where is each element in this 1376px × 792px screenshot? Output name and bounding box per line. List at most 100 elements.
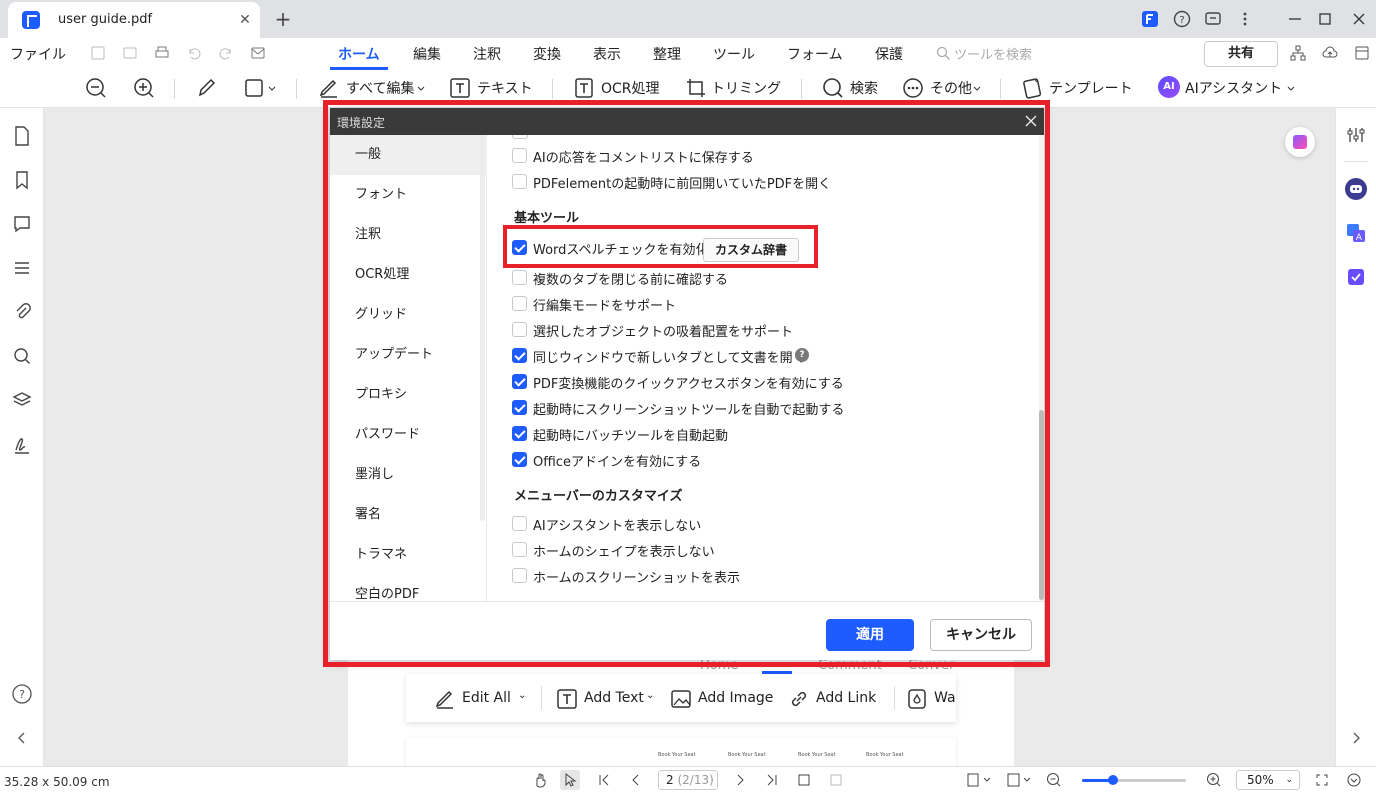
prev-page-icon[interactable] xyxy=(628,772,644,788)
app-logo-icon[interactable] xyxy=(1140,9,1160,29)
thumb-label: Book Your Seat xyxy=(798,752,836,758)
maximize-icon[interactable] xyxy=(1315,9,1335,29)
minimize-icon[interactable] xyxy=(1285,9,1305,29)
toolbar-divider xyxy=(552,79,553,99)
ocr-icon[interactable] xyxy=(573,77,595,99)
properties-icon[interactable] xyxy=(1346,125,1366,145)
redo-icon[interactable] xyxy=(218,45,234,61)
search-icon xyxy=(936,46,951,61)
help-icon[interactable]: ? xyxy=(1172,9,1192,29)
document-tab[interactable]: user guide.pdf ✕ xyxy=(8,2,260,38)
view-mode-icon[interactable] xyxy=(966,772,992,788)
hand-tool-icon[interactable] xyxy=(532,772,548,788)
next-page-icon[interactable] xyxy=(732,772,748,788)
zoom-out-icon[interactable] xyxy=(85,77,107,99)
zoom-in-icon[interactable] xyxy=(1206,772,1222,788)
feedback-icon[interactable] xyxy=(1203,9,1223,29)
preview-add-text: Add Text xyxy=(584,690,644,706)
search-button[interactable]: 検索 xyxy=(850,78,878,98)
ocr-button[interactable]: OCR処理 xyxy=(601,78,660,98)
chevron-down-icon[interactable] xyxy=(972,84,982,94)
tab-view[interactable]: 表示 xyxy=(593,44,621,64)
preview-toolbar: Edit All ⌄ Add Text ⌄ Add Image Add Link… xyxy=(406,674,956,722)
cloud-upload-icon[interactable] xyxy=(1322,45,1338,61)
crop-icon[interactable] xyxy=(685,77,707,99)
expand-right-icon[interactable] xyxy=(1345,727,1367,749)
fullscreen-icon[interactable] xyxy=(1314,772,1330,788)
tab-protect[interactable]: 保護 xyxy=(875,44,903,64)
highlighter-icon[interactable] xyxy=(196,77,218,99)
toolbar-divider xyxy=(296,79,297,99)
zoom-select[interactable]: 50% ⌄ xyxy=(1236,770,1300,790)
tab-convert[interactable]: 変換 xyxy=(533,44,561,64)
shape-dropdown-icon[interactable] xyxy=(244,77,278,99)
tab-edit[interactable]: 編集 xyxy=(413,44,441,64)
template-icon[interactable] xyxy=(1021,77,1043,99)
first-page-icon[interactable] xyxy=(596,772,612,788)
layout-mode-icon[interactable] xyxy=(1006,772,1032,788)
network-icon[interactable] xyxy=(1290,45,1306,61)
save-as-icon[interactable] xyxy=(122,45,138,61)
search-icon[interactable] xyxy=(11,345,33,367)
help-icon[interactable]: ? xyxy=(11,683,33,705)
save-icon[interactable] xyxy=(90,45,106,61)
more-horizontal-icon[interactable] xyxy=(902,77,924,99)
bookmark-icon[interactable] xyxy=(11,169,33,191)
more-vertical-icon[interactable] xyxy=(1235,9,1255,29)
collapse-status-icon[interactable] xyxy=(1346,772,1362,788)
preview-watermark-icon xyxy=(906,688,928,710)
layers-icon[interactable] xyxy=(11,389,33,411)
tab-tools[interactable]: ツール xyxy=(713,44,755,64)
template-button[interactable]: テンプレート xyxy=(1049,78,1133,98)
mail-icon[interactable] xyxy=(250,45,266,61)
last-page-icon[interactable] xyxy=(764,772,780,788)
search-icon[interactable] xyxy=(822,77,844,99)
select-tool-icon[interactable] xyxy=(560,770,580,790)
zoom-slider-track[interactable] xyxy=(1082,775,1186,785)
file-menu[interactable]: ファイル xyxy=(10,44,66,64)
task-check-icon[interactable] xyxy=(1345,266,1367,288)
share-button[interactable]: 共有 xyxy=(1204,41,1278,67)
fit-page-icon[interactable] xyxy=(828,772,844,788)
edit-pen-icon[interactable] xyxy=(318,77,340,99)
collapse-left-icon[interactable] xyxy=(11,727,33,749)
translate-icon[interactable]: A xyxy=(1345,222,1367,244)
crop-button[interactable]: トリミング xyxy=(711,78,781,98)
close-window-icon[interactable] xyxy=(1349,9,1369,29)
close-tab-icon[interactable]: ✕ xyxy=(236,11,254,29)
tab-home[interactable]: ホーム xyxy=(338,44,380,64)
zoom-in-icon[interactable] xyxy=(133,77,155,99)
ai-robot-icon[interactable] xyxy=(1345,178,1367,200)
more-button[interactable]: その他 xyxy=(930,78,972,98)
tab-comment[interactable]: 注釈 xyxy=(473,44,501,64)
chevron-down-icon[interactable] xyxy=(1286,84,1296,94)
zoom-slider-thumb[interactable] xyxy=(1108,775,1119,785)
add-text-button[interactable]: テキスト xyxy=(477,78,533,98)
toolbar-divider xyxy=(174,79,175,99)
attachment-icon[interactable] xyxy=(11,301,33,323)
ai-badge-icon[interactable]: AI xyxy=(1158,76,1180,98)
print-icon[interactable] xyxy=(154,45,170,61)
signature-icon[interactable] xyxy=(11,433,33,455)
comment-icon[interactable] xyxy=(11,213,33,235)
list-icon[interactable] xyxy=(11,257,33,279)
thumb-label: Book Your Seat xyxy=(866,752,904,758)
text-box-icon[interactable] xyxy=(449,77,471,99)
edit-all-button[interactable]: すべて編集 xyxy=(346,78,414,98)
page-thumbnail-icon[interactable] xyxy=(11,125,33,147)
undo-icon[interactable] xyxy=(186,45,202,61)
tool-search-input[interactable]: ツールを検索 xyxy=(954,44,1032,63)
page-number-input[interactable]: 2 (2/13) xyxy=(658,770,718,790)
tab-organize[interactable]: 整理 xyxy=(653,44,681,64)
chevron-down-icon[interactable] xyxy=(416,84,426,94)
panel-icon[interactable] xyxy=(1354,45,1370,61)
toolbar-divider xyxy=(1000,79,1001,99)
zoom-out-icon[interactable] xyxy=(1046,772,1062,788)
rotate-page-icon[interactable] xyxy=(796,772,812,788)
tab-form[interactable]: フォーム xyxy=(787,44,843,64)
floating-notes-button[interactable] xyxy=(1285,127,1315,157)
ai-assistant-button[interactable]: AIアシスタント xyxy=(1185,78,1282,98)
highlight-spellcheck-outline xyxy=(503,225,818,268)
preview-link-icon xyxy=(788,688,810,710)
new-tab-button[interactable]: + xyxy=(272,8,294,30)
